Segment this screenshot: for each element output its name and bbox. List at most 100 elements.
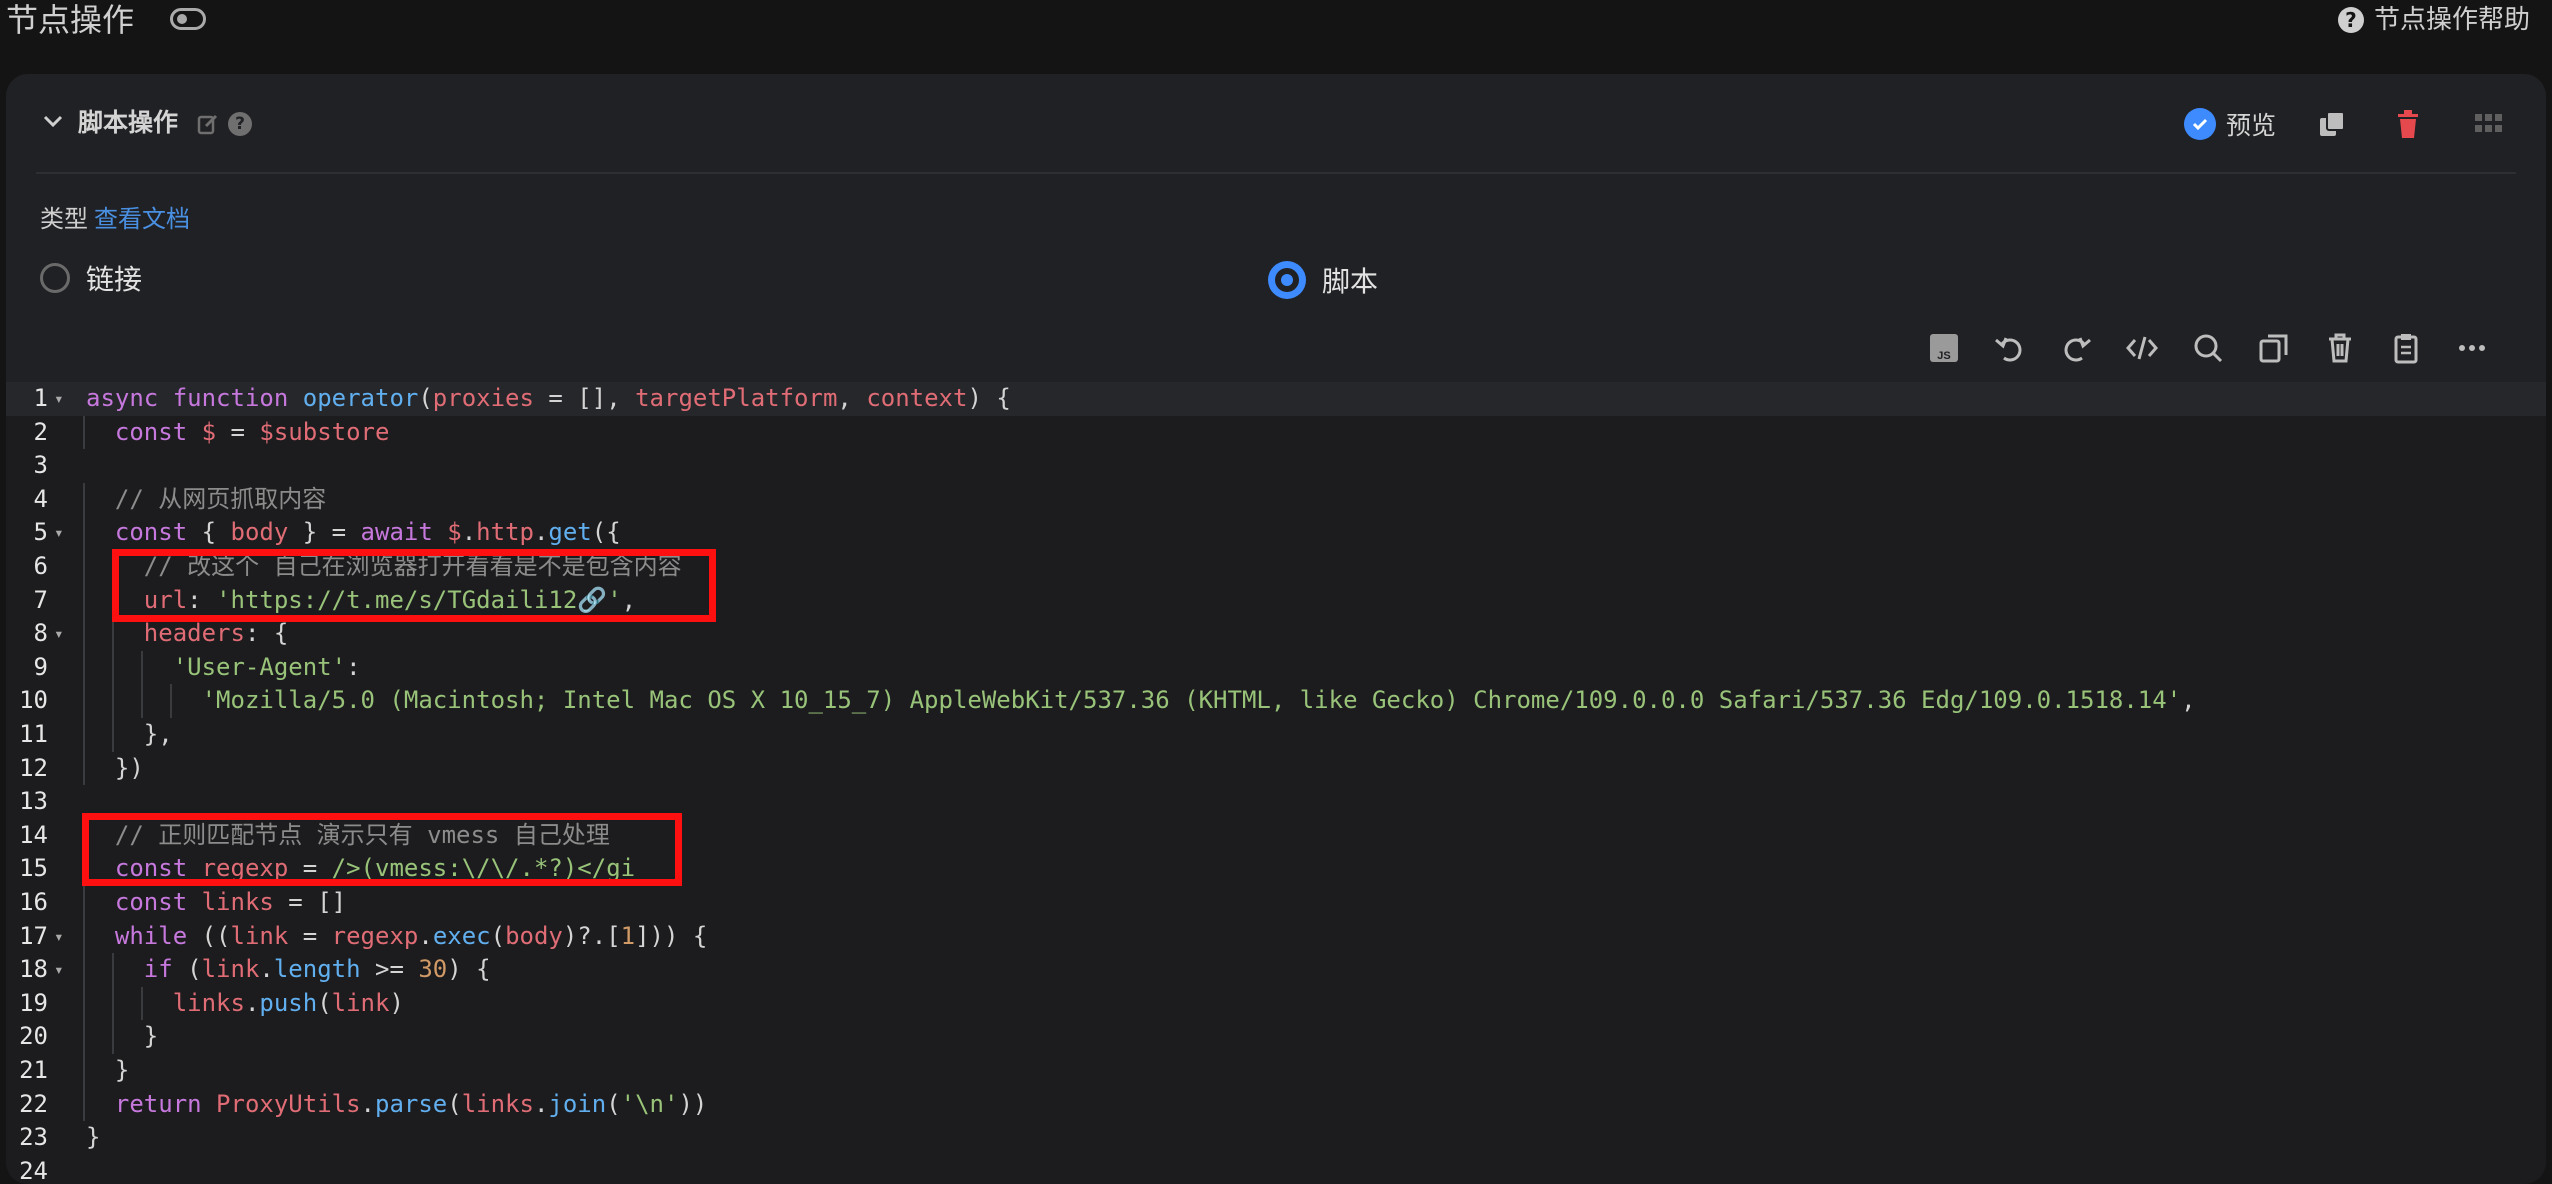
code-line[interactable]: 21} xyxy=(6,1054,2546,1088)
code-token: : { xyxy=(244,619,289,648)
code-line[interactable]: 24 xyxy=(6,1155,2546,1184)
radio-script-label: 脚本 xyxy=(1322,265,1379,298)
code-line[interactable]: 5 ▾ const { body } = await $.http.get({ xyxy=(6,516,2546,550)
code-text: const $ = $substore xyxy=(115,416,390,450)
code-line[interactable]: 10 'Mozilla/5.0 (Macintosh; Intel Mac OS … xyxy=(6,684,2546,718)
indent-guide xyxy=(83,415,85,450)
code-line[interactable]: 8 ▾ headers: { xyxy=(6,617,2546,651)
code-token: function xyxy=(172,384,303,412)
code-line[interactable]: 18 ▾ if (link.length >= 30) { xyxy=(6,953,2546,987)
editor-toolbar: JS xyxy=(1926,326,2506,370)
line-number: 22 xyxy=(19,1089,48,1118)
code-token: targetPlatform xyxy=(635,384,838,412)
more-icon[interactable] xyxy=(2454,330,2490,366)
indent-guide xyxy=(83,718,85,752)
indent-guide xyxy=(111,953,114,987)
code-token: $ xyxy=(447,518,462,547)
code-line[interactable]: 4 // 从网页抓取内容 xyxy=(6,482,2546,517)
help-label: 节点操作帮助 xyxy=(2373,5,2530,35)
code-token: } xyxy=(86,1123,101,1152)
svg-text:JS: JS xyxy=(1937,350,1950,362)
code-token: >= xyxy=(360,955,419,984)
line-number: 11 xyxy=(19,720,48,748)
fold-arrow-icon[interactable]: ▾ xyxy=(54,920,68,954)
code-line[interactable]: 22 return ProxyUtils.parse(links.join('\n… xyxy=(6,1087,2546,1122)
code-token: return xyxy=(114,1089,217,1118)
radio-link[interactable]: 链接 xyxy=(40,258,142,298)
js-icon[interactable]: JS xyxy=(1926,330,1962,366)
fold-arrow-icon[interactable]: ▾ xyxy=(54,516,68,550)
code-line[interactable]: 20} xyxy=(6,1020,2546,1054)
code-line[interactable]: 19 links.push(link) xyxy=(6,986,2546,1021)
view-docs-link[interactable]: 查看文档 xyxy=(94,205,190,233)
indent-guide xyxy=(83,1054,85,1088)
type-label: 类型 xyxy=(40,205,88,233)
card-header: 脚本操作 ? 预览 xyxy=(36,74,2516,174)
code-token: link xyxy=(230,921,289,950)
code-text: while ((link = regexp.exec(body)?.[1])) … xyxy=(115,920,707,954)
undo-icon[interactable] xyxy=(1992,330,2028,366)
mode-toggle[interactable] xyxy=(170,8,206,30)
code-line[interactable]: 9 'User-Agent': xyxy=(6,650,2546,685)
code-line[interactable]: 1 ▾ async function operator(proxies = [], … xyxy=(6,382,2546,416)
code-line[interactable]: 16 const links = [] xyxy=(6,886,2546,920)
line-number: 5 xyxy=(33,518,48,547)
highlight-box-url xyxy=(112,549,716,622)
trash-icon[interactable] xyxy=(2392,108,2424,140)
code-token: = [] xyxy=(273,888,347,916)
indent-guide xyxy=(140,684,143,718)
indent-guide xyxy=(83,1087,85,1122)
search-icon[interactable] xyxy=(2190,330,2226,366)
code-token: join xyxy=(548,1089,607,1118)
code-line[interactable]: 17 ▾ while ((link = regexp.exec(body)?.[1]… xyxy=(6,919,2546,954)
preview-label: 预览 xyxy=(2226,111,2277,140)
drag-handle-icon[interactable] xyxy=(2472,108,2504,140)
question-icon[interactable]: ? xyxy=(228,112,252,136)
code-token: ) { xyxy=(447,955,491,984)
code-line[interactable]: 11}, xyxy=(6,718,2546,752)
chevron-down-icon[interactable] xyxy=(42,110,64,132)
redo-icon[interactable] xyxy=(2058,330,2094,366)
line-number: 7 xyxy=(33,585,48,614)
code-line[interactable]: 3 xyxy=(6,449,2546,483)
copy-icon[interactable] xyxy=(2256,330,2292,366)
line-number: 4 xyxy=(33,484,48,513)
indent-guide xyxy=(111,986,114,1021)
paste-icon[interactable] xyxy=(2388,330,2424,366)
indent-guide xyxy=(83,1020,85,1054)
code-token: . xyxy=(533,1089,549,1118)
delete-icon[interactable] xyxy=(2322,330,2358,366)
duplicate-icon[interactable] xyxy=(2316,108,2348,140)
code-token: headers xyxy=(143,619,245,648)
fold-arrow-icon[interactable]: ▾ xyxy=(54,617,68,651)
indent-guide xyxy=(111,1020,114,1054)
preview-toggle[interactable]: 预览 xyxy=(2184,106,2276,142)
code-token: const xyxy=(114,888,202,916)
radio-script[interactable]: 脚本 xyxy=(1268,260,1378,300)
code-icon[interactable] xyxy=(2124,330,2160,366)
code-editor[interactable]: 1 ▾ async function operator(proxies = [], … xyxy=(6,382,2546,1184)
indent-guide xyxy=(83,482,85,517)
indent-guide xyxy=(111,684,114,718)
fold-arrow-icon[interactable]: ▾ xyxy=(54,382,68,416)
code-token: 'Mozilla/5.0 (Macintosh; Intel Mac OS X … xyxy=(201,686,2182,715)
code-text: headers: { xyxy=(144,617,289,651)
help-link[interactable]: ? 节点操作帮助 xyxy=(2337,2,2530,38)
code-token: body xyxy=(505,921,563,950)
code-text: if (link.length >= 30) { xyxy=(144,953,491,987)
code-text: return ProxyUtils.parse(links.join('\n')… xyxy=(115,1088,707,1122)
line-number: 14 xyxy=(19,820,48,849)
check-icon xyxy=(2184,108,2216,140)
code-token: body xyxy=(230,518,289,547)
code-token: = [], xyxy=(533,384,636,412)
indent-guide xyxy=(83,617,85,651)
code-line[interactable]: 23} xyxy=(6,1121,2546,1155)
edit-icon[interactable] xyxy=(196,112,220,136)
code-line[interactable]: 12}) xyxy=(6,751,2546,786)
code-token: operator xyxy=(302,384,419,412)
line-number: 17 xyxy=(19,921,48,950)
fold-arrow-icon[interactable]: ▾ xyxy=(54,953,68,987)
code-line[interactable]: 2 const $ = $substore xyxy=(6,415,2546,450)
code-token: const xyxy=(114,518,202,547)
line-number: 1 xyxy=(33,384,48,412)
